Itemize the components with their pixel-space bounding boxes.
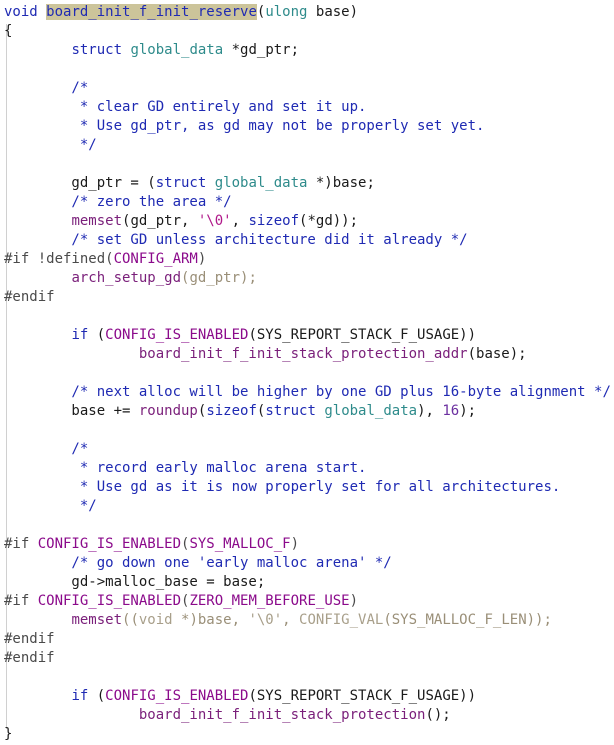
code-line-6: * clear GD entirely and set it up. — [4, 99, 367, 115]
code-line-8: */ — [4, 137, 97, 153]
code-line-7: * Use gd_ptr, as gd may not be properly … — [4, 118, 485, 134]
code-line-13: /* set GD unless architecture did it alr… — [4, 232, 468, 248]
code-line-32: #if CONFIG_IS_ENABLED(ZERO_MEM_BEFORE_US… — [4, 593, 359, 609]
code-editor[interactable]: void board_init_f_init_reserve(ulong bas… — [0, 0, 614, 745]
code-line-33: memset((void *)base, '\0', CONFIG_VAL(SY… — [71, 612, 552, 628]
code-line-24: /* — [4, 441, 89, 457]
code-line-16: #endif — [4, 289, 55, 305]
code-line-10: gd_ptr = (struct global_data *)base; — [4, 175, 375, 191]
code-line-31: gd->malloc_base = base; — [4, 574, 266, 590]
code-line-18: if (CONFIG_IS_ENABLED(SYS_REPORT_STACK_F… — [71, 327, 477, 343]
code-line-25: * record early malloc arena start. — [4, 460, 367, 476]
code-line-5: /* — [4, 80, 89, 96]
code-line-34: #endif — [4, 631, 55, 647]
code-line-38: board_init_f_init_stack_protection(); — [138, 707, 451, 723]
code-line-27: */ — [4, 498, 97, 514]
code-line-35: #endif — [4, 650, 55, 666]
code-line-39: } — [4, 726, 13, 742]
code-line-2: { — [4, 23, 13, 39]
code-line-3: struct global_data *gd_ptr; — [71, 42, 300, 58]
code-line-21: /* next alloc will be higher by one GD p… — [4, 384, 611, 400]
code-line-26: * Use gd as it is now properly set for a… — [4, 479, 561, 495]
code-line-15: arch_setup_gd(gd_ptr); — [71, 270, 257, 286]
code-line-12: memset(gd_ptr, '\0', sizeof(*gd)); — [71, 213, 359, 229]
code-line-30: /* go down one 'early malloc arena' */ — [4, 555, 392, 571]
code-line-22: base += roundup(sizeof(struct global_dat… — [4, 403, 477, 419]
code-line-1: void board_init_f_init_reserve(ulong bas… — [4, 4, 359, 20]
code-line-29: #if CONFIG_IS_ENABLED(SYS_MALLOC_F) — [4, 536, 300, 552]
code-line-14: #if !defined(CONFIG_ARM) — [4, 251, 207, 267]
code-line-37: if (CONFIG_IS_ENABLED(SYS_REPORT_STACK_F… — [71, 688, 477, 704]
code-line-11: /* zero the area */ — [4, 194, 232, 210]
highlighted-symbol[interactable]: board_init_f_init_reserve — [46, 4, 257, 20]
code-line-19: board_init_f_init_stack_protection_addr(… — [138, 346, 527, 362]
